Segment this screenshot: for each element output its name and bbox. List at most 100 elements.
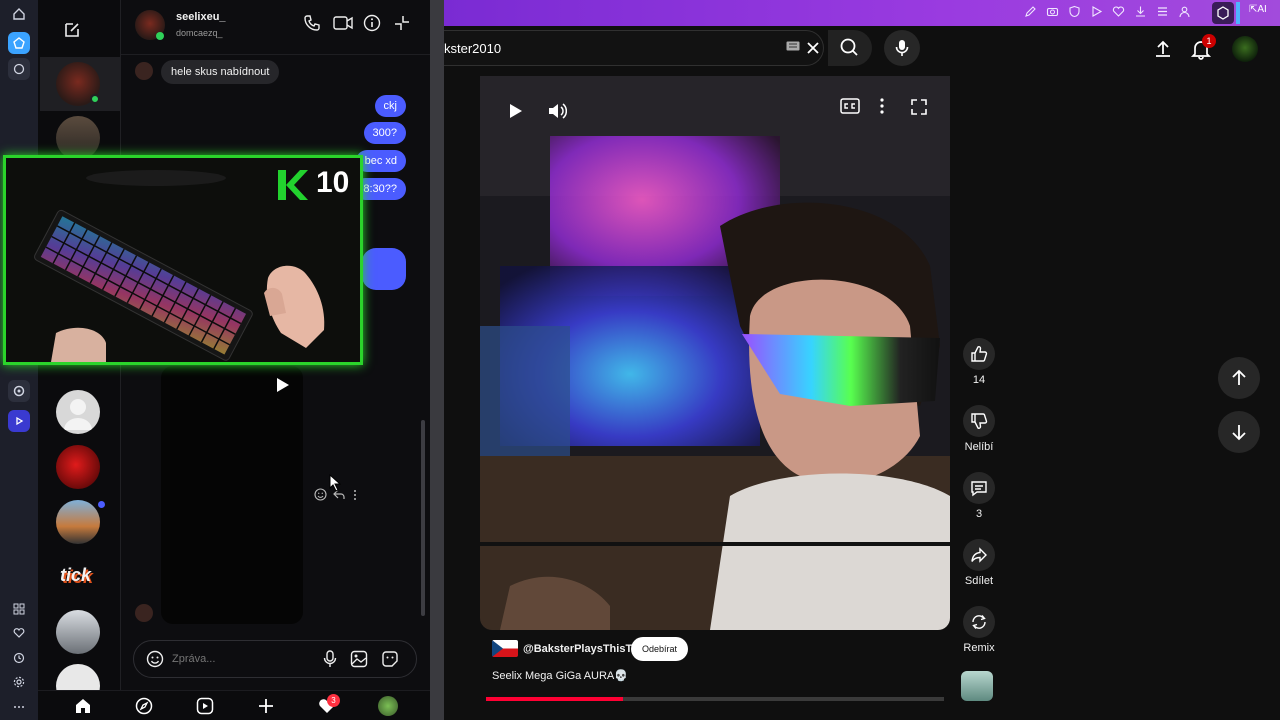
- image-icon[interactable]: [350, 650, 368, 668]
- message-more-icon[interactable]: [353, 489, 357, 501]
- emoji-icon[interactable]: [146, 650, 164, 668]
- thread-avatar[interactable]: [56, 610, 100, 654]
- notification-badge: 1: [1202, 34, 1216, 48]
- home-icon[interactable]: [8, 3, 30, 25]
- split-divider[interactable]: [430, 0, 444, 720]
- play-icon[interactable]: [273, 376, 291, 394]
- outgoing-message[interactable]: 300?: [363, 122, 406, 144]
- short-title[interactable]: Seelix Mega GiGa AURA💀: [492, 669, 628, 682]
- thread-avatar[interactable]: [56, 390, 100, 434]
- thumbs-down-icon[interactable]: [963, 405, 995, 437]
- microphone-icon[interactable]: [323, 650, 337, 668]
- thread-avatar[interactable]: [56, 445, 100, 489]
- sound-thumbnail[interactable]: [961, 671, 993, 701]
- nav-notification-badge: 3: [327, 694, 340, 707]
- profile-avatar[interactable]: [1232, 36, 1258, 62]
- new-message-icon[interactable]: [62, 20, 82, 40]
- subscribe-button[interactable]: Odebírat: [631, 637, 689, 661]
- clear-search-icon[interactable]: [806, 41, 820, 55]
- online-dot: [156, 32, 164, 40]
- nav-reels-icon[interactable]: [196, 697, 214, 715]
- comment-count: 3: [975, 508, 983, 520]
- share-label: Sdílet: [964, 575, 994, 587]
- search-input[interactable]: [444, 38, 744, 58]
- volume-icon[interactable]: [542, 96, 572, 126]
- bottom-nav: 3: [38, 690, 430, 720]
- next-short-icon[interactable]: [1218, 411, 1260, 453]
- nav-home-icon[interactable]: [74, 697, 92, 715]
- progress-track[interactable]: [486, 697, 944, 701]
- thumbs-up-icon[interactable]: [963, 338, 995, 370]
- previous-short-icon[interactable]: [1218, 357, 1260, 399]
- channel-name[interactable]: @BaksterPlaysThisTv: [523, 643, 638, 655]
- outgoing-media-bubble[interactable]: [362, 248, 406, 290]
- voice-search-icon[interactable]: [884, 30, 920, 66]
- webcam-counter: 10: [316, 166, 350, 199]
- shield-icon[interactable]: [1068, 5, 1081, 18]
- messenger-icon[interactable]: [8, 58, 30, 80]
- like-action[interactable]: 14: [959, 338, 999, 386]
- comments-action[interactable]: 3: [959, 472, 999, 520]
- account-icon[interactable]: [1178, 5, 1191, 18]
- camera-icon[interactable]: [1046, 5, 1059, 18]
- captions-icon[interactable]: [840, 98, 860, 114]
- header-divider: [121, 54, 431, 55]
- share-action[interactable]: Sdílet: [959, 539, 999, 587]
- extension-button[interactable]: [1212, 2, 1234, 24]
- upload-icon[interactable]: [1152, 38, 1174, 60]
- dislike-action[interactable]: Nelíbí: [959, 405, 999, 453]
- video-play-icon[interactable]: [500, 96, 530, 126]
- ai-button[interactable]: ⇱AI: [1249, 4, 1267, 15]
- music-icon[interactable]: [8, 380, 30, 402]
- search-box: [444, 30, 824, 66]
- settings-icon[interactable]: [8, 671, 30, 693]
- short-video[interactable]: [480, 76, 950, 630]
- shared-reel[interactable]: [161, 366, 303, 624]
- search-button[interactable]: [828, 30, 872, 66]
- sticker-icon[interactable]: [381, 650, 399, 668]
- info-icon[interactable]: [363, 14, 381, 32]
- apps-icon[interactable]: [8, 598, 30, 620]
- menu-icon[interactable]: [1156, 5, 1169, 18]
- thread-avatar[interactable]: [56, 500, 100, 544]
- video-call-icon[interactable]: [333, 15, 353, 31]
- nav-profile-avatar[interactable]: [378, 696, 398, 716]
- incoming-message[interactable]: hele skus nabídnout: [161, 60, 280, 84]
- share-icon[interactable]: [963, 539, 995, 571]
- chat-scrollbar[interactable]: [421, 420, 425, 616]
- fullscreen-icon[interactable]: [910, 98, 928, 116]
- youtube-shorts-page: ⇱AI 1: [444, 0, 1280, 720]
- workspace-icon[interactable]: [8, 32, 30, 54]
- nav-explore-icon[interactable]: [135, 697, 153, 715]
- webcam-overlay: 10: [3, 155, 363, 365]
- message-input[interactable]: [172, 649, 312, 669]
- heart-icon[interactable]: [1112, 5, 1125, 18]
- video-frame: [480, 76, 950, 630]
- download-icon[interactable]: [1134, 5, 1147, 18]
- thread-avatar[interactable]: [56, 116, 100, 160]
- comment-icon[interactable]: [963, 472, 995, 504]
- mouse-cursor-icon: [329, 474, 341, 492]
- dislike-label: Nelíbí: [964, 441, 994, 453]
- collapse-icon[interactable]: [393, 14, 411, 32]
- phone-icon[interactable]: [303, 14, 321, 32]
- outgoing-message[interactable]: ckj: [374, 95, 406, 117]
- play-icon[interactable]: [1090, 5, 1103, 18]
- more-icon[interactable]: [8, 696, 30, 718]
- outgoing-message[interactable]: bec xd: [355, 150, 406, 172]
- keyboard-icon[interactable]: [786, 41, 800, 51]
- player-icon[interactable]: [8, 410, 30, 432]
- remix-action[interactable]: Remix: [959, 606, 999, 654]
- history-icon[interactable]: [8, 647, 30, 669]
- like-count: 14: [972, 374, 986, 386]
- video-more-icon[interactable]: [880, 98, 884, 114]
- tick-logo: tick: [60, 565, 92, 585]
- youtube-header: 1: [444, 26, 1280, 76]
- nav-create-icon[interactable]: [257, 697, 275, 715]
- remix-icon[interactable]: [963, 606, 995, 638]
- react-icon[interactable]: [314, 488, 327, 501]
- heart-icon[interactable]: [8, 622, 30, 644]
- sender-avatar: [135, 604, 153, 622]
- edit-icon[interactable]: [1024, 5, 1037, 18]
- chat-username[interactable]: seelixeu_: [176, 11, 226, 23]
